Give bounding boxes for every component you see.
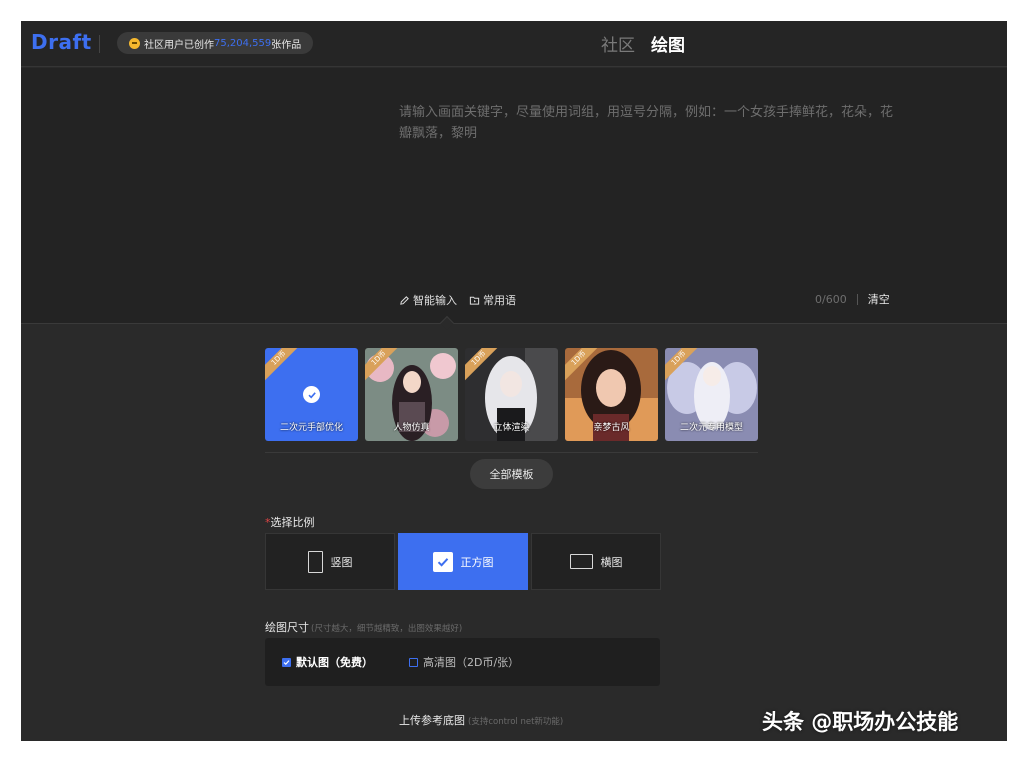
size-option-label: 高清图（2D币/张）	[423, 656, 520, 669]
main-nav: 社区 绘图	[601, 31, 685, 56]
smart-input-label: 智能输入	[413, 294, 457, 307]
size-default-option[interactable]: 默认图（免费）	[282, 654, 373, 670]
common-phrases-button[interactable]: 常用语	[469, 292, 516, 308]
stats-suffix: 张作品	[271, 39, 302, 51]
tab-community[interactable]: 社区	[601, 31, 635, 56]
header-divider	[99, 35, 100, 53]
upload-section-title[interactable]: 上传参考底图 (支持control net新功能)	[399, 712, 563, 728]
size-options: 默认图（免费） 高清图（2D币/张）	[265, 638, 660, 686]
size-section-title: 绘图尺寸 (尺寸越大，细节越精致，出图效果越好)	[265, 619, 462, 635]
top-header: Draft 社区用户已创作 75,204,559 张作品 社区 绘图	[21, 21, 1007, 67]
template-label: 二次元手部优化	[279, 423, 343, 433]
ratio-landscape-button[interactable]: 横图	[531, 533, 661, 590]
template-label: 人物仿真	[393, 423, 430, 433]
template-label: 亲梦古风	[593, 423, 630, 433]
checkbox-checked-icon[interactable]	[282, 657, 291, 667]
app-window: Draft 社区用户已创作 75,204,559 张作品 社区 绘图 请输入画面…	[21, 21, 1007, 741]
ratio-label: 正方图	[460, 555, 494, 569]
pen-icon	[400, 295, 409, 305]
stats-count: 75,204,559	[214, 37, 272, 49]
size-hd-option[interactable]: 高清图（2D币/张）	[409, 654, 519, 670]
logo[interactable]: Draft	[31, 30, 92, 54]
counter-divider	[856, 293, 858, 305]
watermark: 头条 @职场办公技能	[762, 710, 959, 734]
coin-icon	[129, 37, 140, 49]
ratio-portrait-button[interactable]: 竖图	[265, 533, 395, 590]
ratio-selector: 竖图 正方图 横图	[265, 533, 661, 590]
prompt-placeholder[interactable]: 请输入画面关键字，尽量使用词组，用逗号分隔，例如：一个女孩手捧鲜花，花朵，花瓣飘…	[399, 102, 899, 144]
checkbox-icon[interactable]	[409, 657, 418, 667]
portrait-icon	[307, 550, 323, 573]
price-badge: 1D币	[265, 348, 303, 383]
ratio-section-title: *选择比例	[265, 514, 315, 530]
all-templates-button[interactable]: 全部模板	[470, 459, 553, 489]
template-label: 立体渲染	[493, 423, 530, 433]
landscape-icon	[569, 554, 593, 569]
template-divider	[265, 452, 758, 453]
template-card[interactable]: 1D币 亲梦古风	[565, 348, 658, 441]
folder-icon	[469, 296, 480, 305]
ratio-title-label: 选择比例	[270, 516, 315, 529]
common-phrases-label: 常用语	[483, 294, 516, 307]
clear-button[interactable]: 清空	[868, 291, 890, 307]
upload-hint: (支持control net新功能)	[468, 717, 564, 727]
size-hint: (尺寸越大，细节越精致，出图效果越好)	[311, 624, 463, 634]
prompt-input-area[interactable]: 请输入画面关键字，尽量使用词组，用逗号分隔，例如：一个女孩手捧鲜花，花朵，花瓣飘…	[21, 68, 1007, 324]
template-card[interactable]: 1D币 人物仿真	[365, 348, 458, 441]
template-card[interactable]: 1D币 二次元手部优化	[265, 348, 358, 441]
check-icon	[303, 386, 320, 403]
template-list: 1D币 二次元手部优化 1D币 人物仿真 1D币 立体渲染 1D币 亲梦古风 1…	[265, 348, 758, 441]
upload-title-label: 上传参考底图	[399, 714, 465, 727]
prompt-meta: 0/600 清空	[815, 291, 890, 307]
char-counter: 0/600	[815, 292, 847, 306]
template-card[interactable]: 1D币 二次元专用模型	[665, 348, 758, 441]
ratio-label: 竖图	[330, 555, 353, 569]
tab-drawing[interactable]: 绘图	[651, 31, 685, 56]
smart-input-button[interactable]: 智能输入	[399, 292, 457, 308]
ratio-label: 横图	[600, 555, 623, 569]
square-check-icon	[432, 551, 453, 572]
size-option-label: 默认图（免费）	[296, 656, 373, 669]
stats-prefix: 社区用户已创作	[144, 39, 214, 51]
template-label: 二次元专用模型	[679, 423, 743, 433]
size-title-label: 绘图尺寸	[265, 621, 309, 634]
community-stats-badge: 社区用户已创作 75,204,559 张作品	[117, 32, 314, 54]
template-card[interactable]: 1D币 立体渲染	[465, 348, 558, 441]
prompt-tools: 智能输入 常用语	[399, 292, 516, 308]
ratio-square-button[interactable]: 正方图	[398, 533, 528, 590]
